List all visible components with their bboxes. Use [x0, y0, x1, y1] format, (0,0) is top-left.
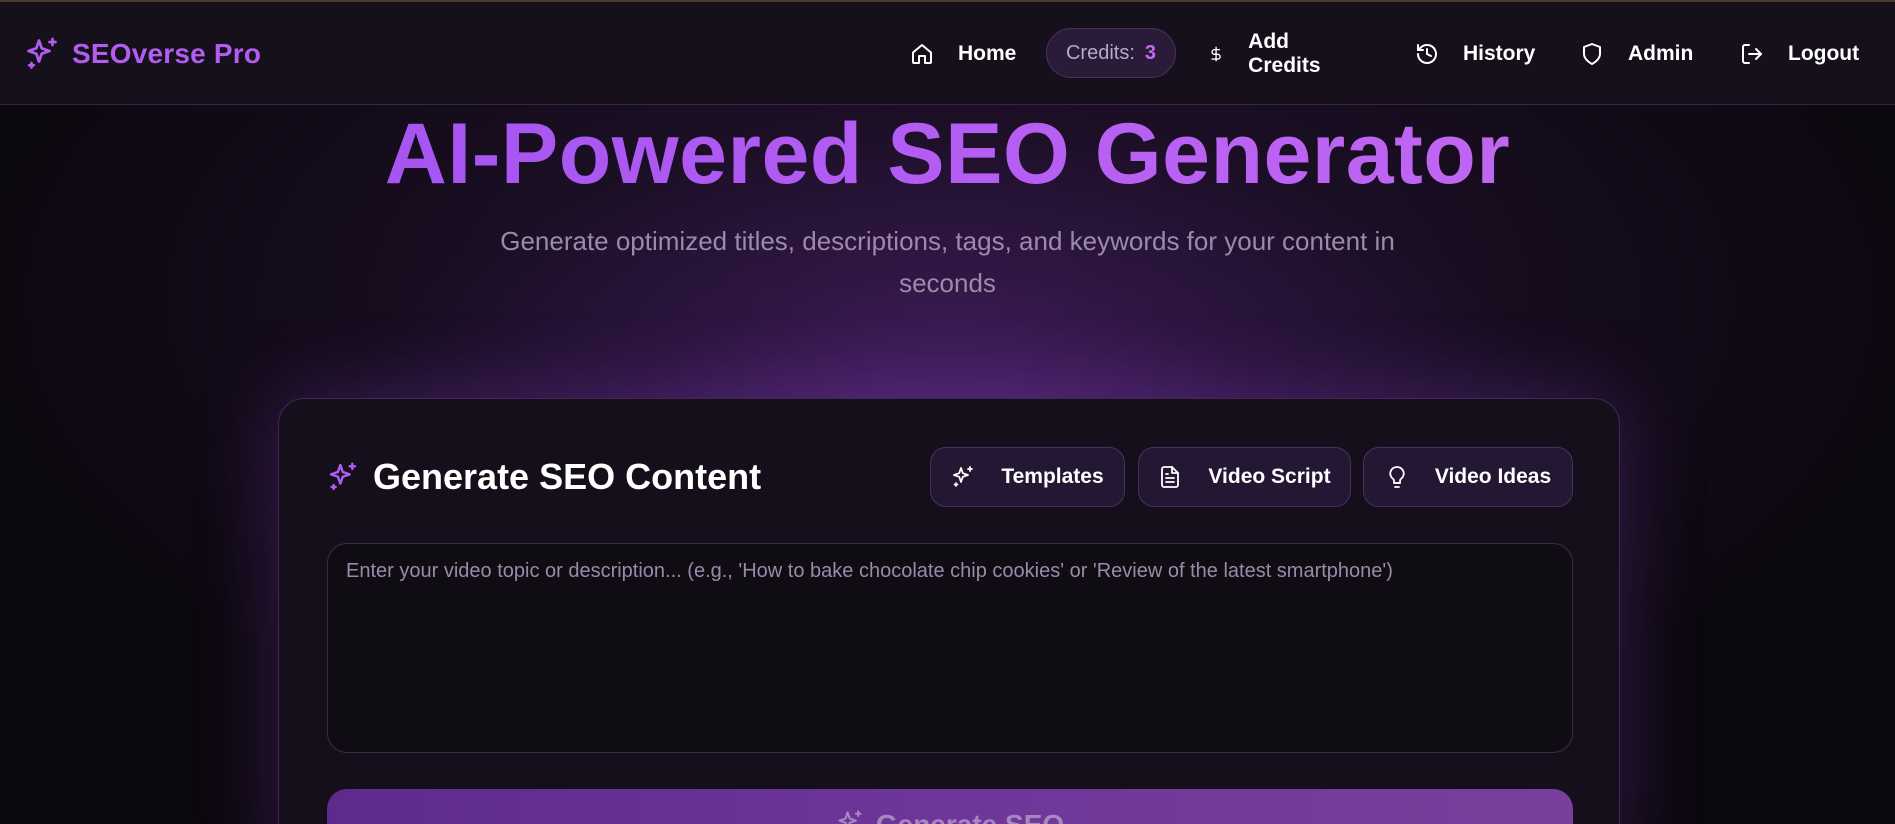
- topic-input[interactable]: [327, 543, 1573, 753]
- nav-home-label: Home: [958, 42, 1017, 65]
- sparkles-icon: [329, 462, 357, 491]
- sparkles-icon: [838, 810, 862, 824]
- sparkles-icon: [27, 37, 57, 69]
- page-title: AI-Powered SEO Generator: [0, 104, 1895, 204]
- nav-home[interactable]: Home: [910, 28, 1016, 80]
- nav-admin-label: Admin: [1628, 42, 1694, 65]
- generate-seo-button[interactable]: Generate SEO: [327, 789, 1573, 824]
- nav-history-label: History: [1463, 42, 1536, 65]
- video-ideas-button-label: Video Ideas: [1434, 465, 1552, 488]
- nav-admin[interactable]: Admin: [1580, 28, 1693, 80]
- card-title: Generate SEO Content: [373, 456, 762, 497]
- dollar-icon: [1211, 46, 1221, 62]
- brand-logo[interactable]: SEOverse Pro: [24, 36, 261, 72]
- history-icon: [1417, 44, 1437, 64]
- shield-icon: [1583, 43, 1601, 65]
- page-subtitle: Generate optimized titles, descriptions,…: [500, 226, 1395, 298]
- sparkles-icon: [953, 466, 974, 487]
- templates-button[interactable]: Templates: [930, 447, 1125, 507]
- nav-add-credits-label: Add Credits: [1248, 30, 1321, 77]
- document-icon: [1161, 466, 1180, 488]
- logout-icon: [1742, 44, 1762, 64]
- generate-seo-label: Generate SEO: [876, 809, 1064, 824]
- nav-add-credits[interactable]: Add Credits: [1208, 28, 1328, 80]
- video-script-button-label: Video Script: [1208, 465, 1331, 488]
- brand-name: SEOverse Pro: [72, 38, 262, 69]
- nav-history[interactable]: History: [1415, 28, 1535, 80]
- lightbulb-icon: [1389, 466, 1405, 488]
- video-script-button[interactable]: Video Script: [1138, 447, 1351, 507]
- seo-generator-card: Generate SEO Content Templates Video Scr…: [278, 398, 1620, 824]
- credits-count: 3: [1144, 41, 1157, 64]
- credits-label: Credits:: [1065, 41, 1135, 64]
- card-header: Generate SEO Content: [327, 456, 762, 497]
- video-ideas-button[interactable]: Video Ideas: [1363, 447, 1573, 507]
- nav-logout[interactable]: Logout: [1740, 28, 1859, 80]
- credits-badge: Credits: 3: [1046, 28, 1176, 78]
- navbar: SEOverse Pro Home Credits: 3 Add Credits: [0, 2, 1895, 105]
- templates-button-label: Templates: [1001, 465, 1104, 488]
- home-icon: [912, 44, 932, 64]
- nav-logout-label: Logout: [1788, 42, 1860, 65]
